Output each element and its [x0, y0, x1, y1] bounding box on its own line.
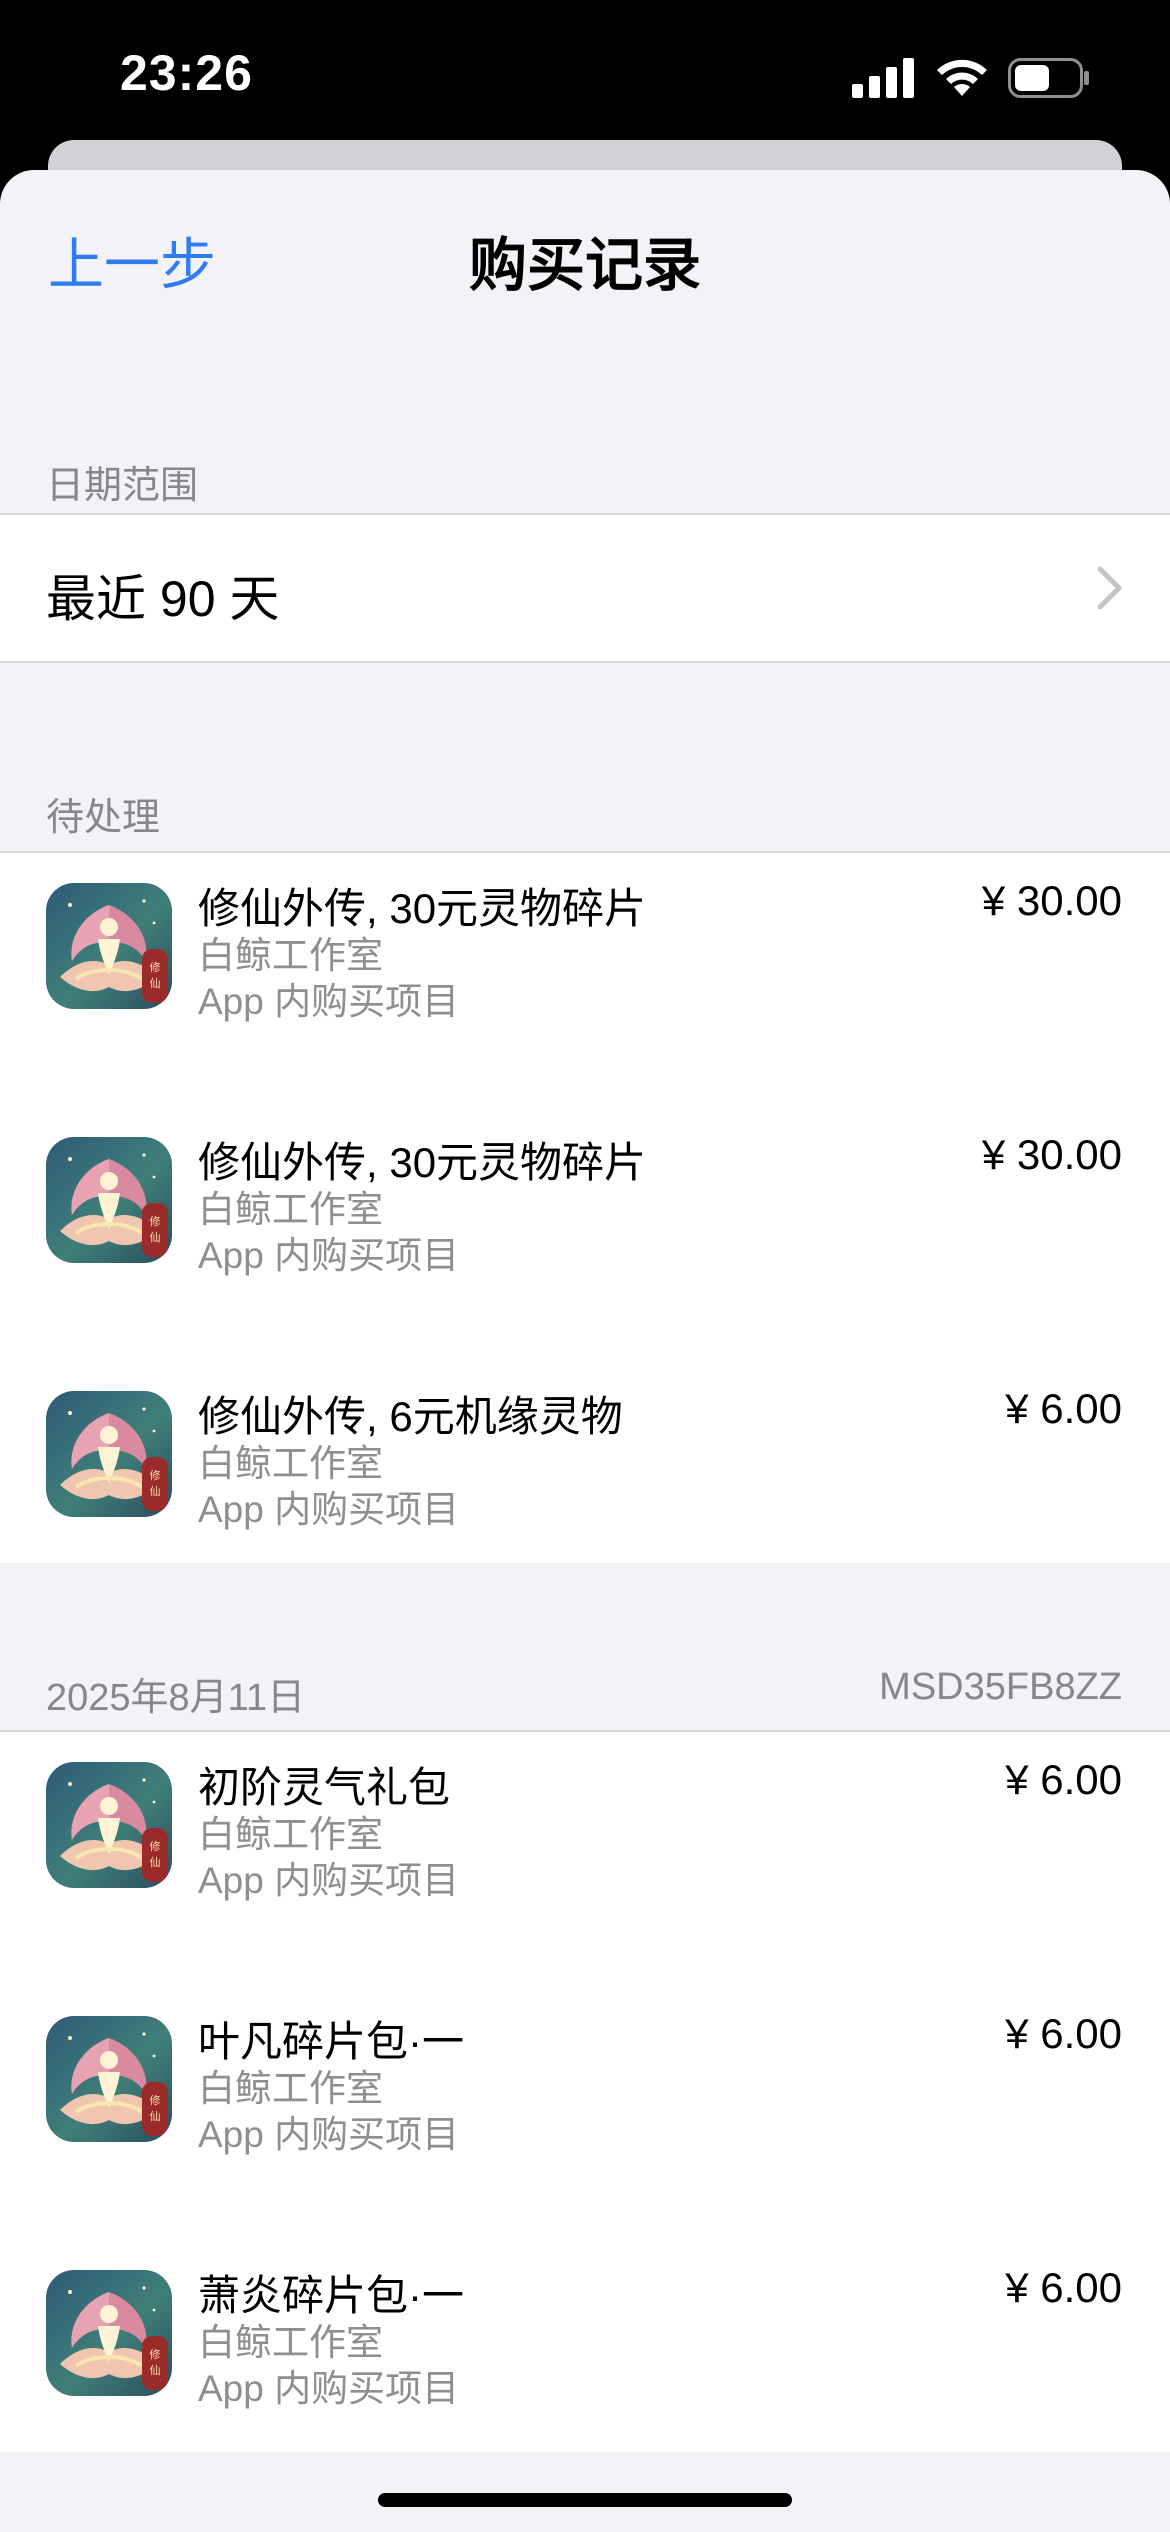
- item-price: ¥ 6.00: [1005, 1756, 1122, 1803]
- status-bar: 23:26: [0, 0, 1170, 140]
- svg-text:修: 修: [150, 1468, 161, 1482]
- item-type: App 内购买项目: [198, 2114, 460, 2155]
- game-app-icon: 修 仙: [46, 1137, 172, 1263]
- svg-text:仙: 仙: [150, 1485, 161, 1498]
- order-date-header: 2025年8月11日: [46, 1677, 306, 1719]
- game-app-icon: 修 仙: [46, 1391, 172, 1517]
- svg-text:仙: 仙: [150, 977, 161, 990]
- purchase-item[interactable]: 修 仙 修仙外传, 30元灵物碎片 白鲸工作室 App 内购买项目 ¥ 30.0…: [0, 1107, 1170, 1361]
- purchase-item[interactable]: 修 仙 初阶灵气礼包 白鲸工作室 App 内购买项目 ¥ 6.00: [0, 1732, 1170, 1986]
- home-indicator: [378, 2493, 792, 2507]
- order-list: 修 仙 初阶灵气礼包 白鲸工作室 App 内购买项目 ¥ 6.00 修 仙 叶凡…: [0, 1730, 1170, 2452]
- svg-text:修: 修: [150, 2093, 161, 2107]
- svg-text:仙: 仙: [150, 1856, 161, 1869]
- pending-header: 待处理: [46, 797, 161, 839]
- battery-icon: [1008, 58, 1089, 98]
- svg-text:修: 修: [150, 960, 161, 974]
- purchase-item[interactable]: 修 仙 叶凡碎片包·一 白鲸工作室 App 内购买项目 ¥ 6.00: [0, 1986, 1170, 2240]
- game-app-icon: 修 仙: [46, 2270, 172, 2396]
- item-type: App 内购买项目: [198, 1860, 460, 1901]
- item-type: App 内购买项目: [198, 1489, 460, 1530]
- date-range-value: 最近 90 天: [46, 571, 280, 627]
- purchase-item[interactable]: 修 仙 修仙外传, 6元机缘灵物 白鲸工作室 App 内购买项目 ¥ 6.00: [0, 1361, 1170, 1615]
- item-type: App 内购买项目: [198, 981, 460, 1022]
- date-range-row[interactable]: 最近 90 天: [0, 513, 1170, 663]
- item-price: ¥ 30.00: [981, 877, 1122, 924]
- item-type: App 内购买项目: [198, 2368, 460, 2409]
- purchase-item[interactable]: 修 仙 修仙外传, 30元灵物碎片 白鲸工作室 App 内购买项目 ¥ 30.0…: [0, 853, 1170, 1107]
- item-price: ¥ 6.00: [1005, 1385, 1122, 1432]
- purchase-history-sheet: 上一步 购买记录 日期范围 最近 90 天 待处理 修 仙 修仙外传, 30元灵…: [0, 170, 1170, 2532]
- purchase-item[interactable]: 修 仙 萧炎碎片包·一 白鲸工作室 App 内购买项目 ¥ 6.00: [0, 2240, 1170, 2494]
- game-app-icon: 修 仙: [46, 883, 172, 1009]
- game-app-icon: 修 仙: [46, 2016, 172, 2142]
- wifi-icon: [937, 59, 987, 96]
- svg-text:修: 修: [150, 2347, 161, 2361]
- item-price: ¥ 30.00: [981, 1131, 1122, 1178]
- cellular-signal-icon: [852, 58, 914, 98]
- svg-text:修: 修: [150, 1839, 161, 1853]
- svg-text:仙: 仙: [150, 2364, 161, 2377]
- page-title: 购买记录: [468, 233, 701, 298]
- chevron-right-icon: [1097, 566, 1122, 610]
- svg-text:仙: 仙: [150, 1231, 161, 1244]
- item-price: ¥ 6.00: [1005, 2264, 1122, 2311]
- status-time: 23:26: [120, 45, 253, 101]
- game-app-icon: 修 仙: [46, 1762, 172, 1888]
- svg-text:仙: 仙: [150, 2110, 161, 2123]
- order-id: MSD35FB8ZZ: [879, 1666, 1122, 1708]
- svg-text:修: 修: [150, 1214, 161, 1228]
- item-price: ¥ 6.00: [1005, 2010, 1122, 2057]
- item-type: App 内购买项目: [198, 1235, 460, 1276]
- date-range-header: 日期范围: [46, 465, 199, 507]
- pending-list: 修 仙 修仙外传, 30元灵物碎片 白鲸工作室 App 内购买项目 ¥ 30.0…: [0, 851, 1170, 1563]
